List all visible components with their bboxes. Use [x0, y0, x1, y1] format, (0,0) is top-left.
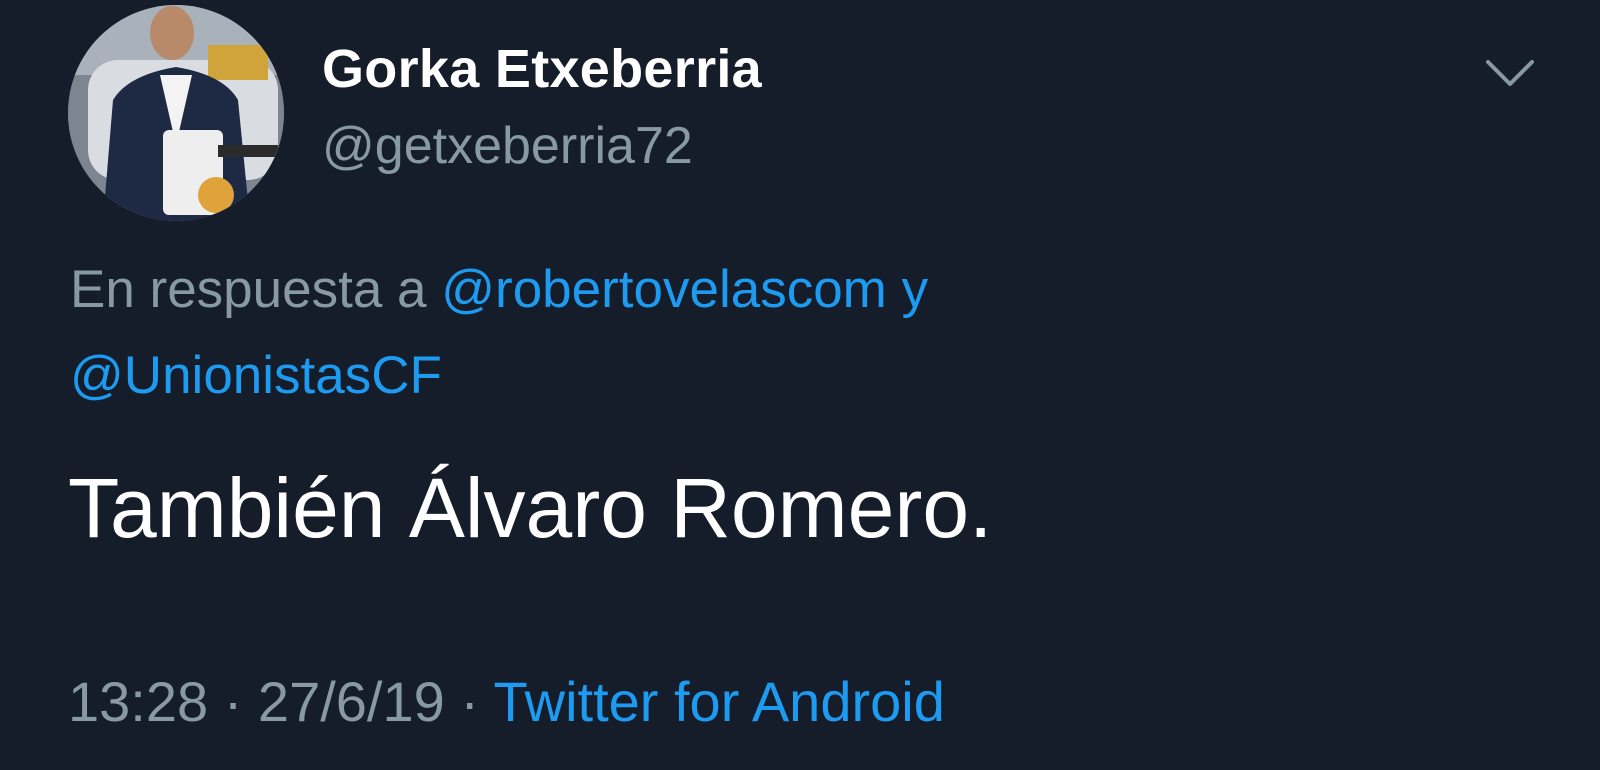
mention-link-robertovelascom[interactable]: @robertovelascom: [441, 260, 887, 319]
author-handle[interactable]: @getxeberria72: [322, 116, 693, 176]
mention-link-unionistascf[interactable]: @UnionistasCF: [70, 346, 442, 405]
author-display-name[interactable]: Gorka Etxeberria: [322, 38, 762, 100]
chevron-down-icon[interactable]: [1484, 54, 1536, 94]
meta-separator: ·: [223, 670, 243, 733]
tweet-text: También Álvaro Romero.: [68, 461, 993, 555]
tweet-source-link[interactable]: Twitter for Android: [494, 670, 945, 733]
avatar-photo: [68, 5, 284, 221]
reply-context: En respuesta a @robertovelascom y: [70, 260, 928, 320]
tweet: Gorka Etxeberria @getxeberria72 En respu…: [0, 0, 1600, 770]
tweet-metadata: 13:28 · 27/6/19 · Twitter for Android: [68, 670, 945, 734]
reply-context-continued: @UnionistasCF: [70, 346, 442, 406]
avatar[interactable]: [68, 5, 284, 221]
reply-conjunction: y: [901, 260, 929, 319]
tweet-time: 13:28: [68, 670, 209, 733]
reply-prefix: En respuesta a: [70, 260, 427, 319]
meta-separator: ·: [460, 670, 479, 733]
tweet-date[interactable]: 27/6/19: [258, 670, 445, 733]
